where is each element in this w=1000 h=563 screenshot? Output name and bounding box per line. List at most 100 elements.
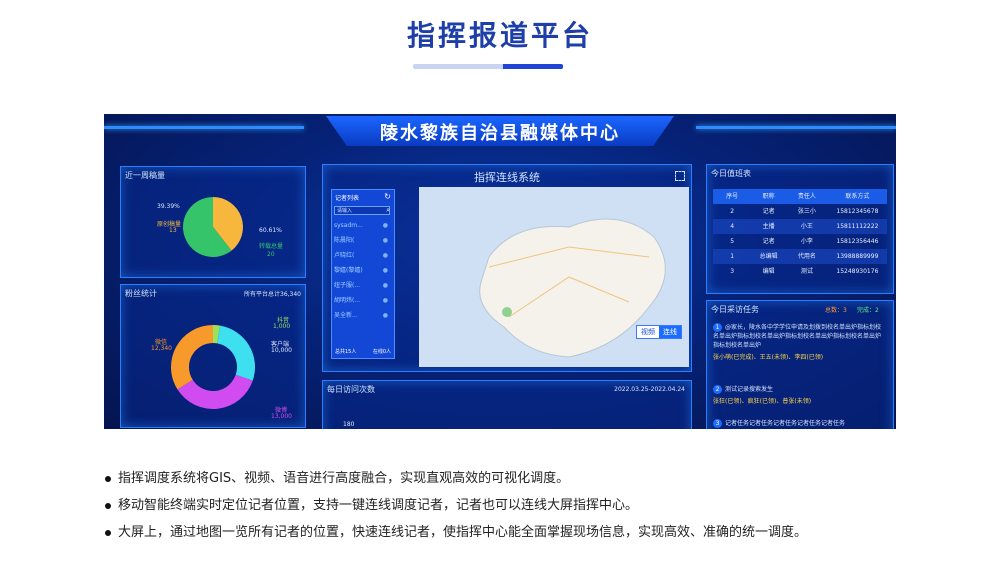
tasks-panel: 今日采访任务 总数：3 完成：2 1 @家长，陵水各中学学位申请及划拨到校名单出炉… [706,300,894,429]
refresh-icon[interactable]: ↻ [384,192,391,201]
reporter-total: 总共15人 [335,349,357,355]
bullet-text: 指挥调度系统将GIS、视频、语音进行高度融合，实现直观高效的可视化调度。 [118,471,570,486]
feature-bullet: 移动智能终端实时定位记者位置，支持一键连线调度记者，记者也可以连线大屏指挥中心。 [105,492,905,519]
weekly-pie-chart [183,197,243,257]
dashboard-screenshot: 陵水黎族自治县融媒体中心 近一周稿量 39.39% 原创稿量 13 60.61%… [104,114,896,429]
visits-title: 每日访问次数 [327,385,375,394]
title-underline [413,64,563,69]
table-cell: 联系方式 [845,193,870,200]
tasks-title: 今日采访任务 [711,305,759,314]
visits-date-range: 2022.03.25-2022.04.24 [614,386,685,393]
table-cell: 主播 [762,223,775,230]
feature-bullet: 指挥调度系统将GIS、视频、语音进行高度融合，实现直观高效的可视化调度。 [105,465,905,492]
reporter-name: 卢晓红( [334,252,355,259]
reporter-online: 在线0人 [372,349,391,355]
hainan-map[interactable] [419,187,689,367]
reporter-list-title: 记者列表 [335,195,360,202]
search-icon[interactable]: ⌕ [386,206,390,215]
user-icon: ● [382,237,388,244]
reporter-item[interactable]: 卢晓红( ● [334,250,390,262]
reporter-name: 胡明炜(... [334,297,361,304]
bullet-text: 移动智能终端实时定位记者位置，支持一键连线调度记者，记者也可以连线大屏指挥中心。 [118,498,639,513]
header-wing-left [104,126,304,129]
table-cell: 总编辑 [759,253,778,260]
table-cell: 5 [730,238,735,245]
table-cell: 4 [730,223,735,230]
video-connect-toggle[interactable]: 视频 连线 [636,325,682,339]
reporter-sidebar: 记者列表 ↻ 请输入 ⌕ sysadm... ● 陈晨阳(● 卢晓红(● 黎嬉(黎嬉) ●… [331,189,395,359]
reporter-item[interactable]: 胡明炜(... ● [334,295,390,307]
toggle-connect[interactable]: 连线 [659,326,681,338]
table-cell: 小王 [800,223,813,230]
table-cell: 15812356446 [836,238,879,245]
island-shape [479,218,666,358]
table-cell: 小李 [800,238,813,245]
bullet-dot [105,475,111,482]
table-row: 3 编辑 测试 15248930176 [713,264,887,279]
pie-slice [217,325,255,381]
task-item[interactable]: 3 记者任务记者任务记者任务记者任务记者任务 [713,419,885,428]
fans-panel: 粉丝统计 所有平台总计36,340 抖音 1,000 客户端 10,000 微博… [120,284,306,428]
user-icon: ● [382,297,388,304]
table-cell: 2 [730,208,735,215]
table-cell: 13988889999 [836,253,879,260]
duty-title: 今日值班表 [711,169,751,178]
table-cell: 张三小 [797,208,816,215]
table-cell: 15812345678 [836,208,879,215]
table-cell: 序号 [726,193,739,200]
feature-bullets: 指挥调度系统将GIS、视频、语音进行高度融合，实现直观高效的可视化调度。 移动智… [105,465,905,546]
weekly-original-value: 13 [169,227,177,234]
reporter-item[interactable]: 黎嬉(黎嬉) ● [334,265,390,277]
task-number: 3 [713,419,722,428]
weekly-reprint-value: 20 [267,251,275,258]
reporter-item[interactable]: 吴全新... ● [334,310,390,322]
table-cell: 职称 [762,193,775,200]
fans-wechat-value: 12,340 [151,345,172,352]
weekly-reprint-label: 转载总量 [259,243,284,250]
command-title: 指挥连线系统 [474,171,540,184]
task-item[interactable]: 2 测试记录搜索发生张狂(已领)、疯狂(已领)、普张(未领) [713,385,885,406]
toggle-video[interactable]: 视频 [637,326,659,338]
task-text: 测试记录搜索发生 [725,386,774,393]
table-cell: 15248930176 [836,268,879,275]
table-cell: 代用名 [797,253,816,260]
table-cell: 记者 [762,238,775,245]
task-people: 张小萌(已完成)、王五(未领)、李四(已领) [713,354,824,361]
reporter-item[interactable]: 纽子服(... ● [334,280,390,292]
reporter-name: 陈晨阳( [334,237,355,244]
reporter-name: 纽子服(... [334,282,361,289]
table-row: 5 记者 小李 15812356446 [713,234,887,249]
task-number: 1 [713,323,722,332]
reporter-search-input[interactable]: 请输入 [334,206,390,215]
feature-bullet: 大屏上，通过地图一览所有记者的位置，快速连线记者，使指挥中心能全面掌握现场信息，… [105,519,905,546]
task-text: @家长，陵水各中学学位申请及划拨到校名单出炉指标划校名单出炉指标划校名单出炉指标… [713,324,882,349]
table-cell: 编辑 [762,268,775,275]
duty-table: 序号 职称 责任人 联系方式 2 记者 张三小 15812345678 4 主播 小王 1581111… [713,189,887,279]
fullscreen-icon[interactable] [675,171,685,181]
table-cell: 3 [730,268,735,275]
reporter-item[interactable]: 陈晨阳( ● [334,235,390,247]
user-icon: ● [382,312,388,319]
table-cell: 记者 [762,208,775,215]
task-number: 2 [713,385,722,394]
fans-client-value: 10,000 [271,347,292,354]
task-item[interactable]: 1 @家长，陵水各中学学位申请及划拨到校名单出炉指标划校名单出炉指标划校名单出炉指… [713,323,885,362]
reporter-item[interactable]: sysadm... ● [334,220,390,232]
reporter-name: sysadm... [334,222,363,229]
duty-panel: 今日值班表 序号 职称 责任人 联系方式 2 记者 张三小 15812345678 4 主播 小王 1… [706,164,894,294]
visits-y-tick: 180 [343,421,355,428]
table-row: 序号 职称 责任人 联系方式 [713,189,887,204]
user-icon: ● [382,267,388,274]
user-icon: ● [382,252,388,259]
user-icon: ● [382,282,388,289]
bullet-text: 大屏上，通过地图一览所有记者的位置，快速连线记者，使指挥中心能全面掌握现场信息，… [118,525,808,540]
reporter-name: 黎嬉(黎嬉) [334,267,363,274]
task-people: 张狂(已领)、疯狂(已领)、普张(未领) [713,398,812,405]
table-cell: 1 [730,253,735,260]
reporter-name: 吴全新... [334,312,358,319]
table-row: 2 记者 张三小 15812345678 [713,204,887,219]
visits-panel: 每日访问次数 2022.03.25-2022.04.24 180 [322,380,692,429]
tasks-total: 总数：3 [825,307,847,314]
command-panel: 指挥连线系统 记者列表 ↻ 请输入 ⌕ sysadm... ● 陈晨阳(● 卢晓红(●… [322,164,692,372]
table-cell: 责任人 [797,193,816,200]
